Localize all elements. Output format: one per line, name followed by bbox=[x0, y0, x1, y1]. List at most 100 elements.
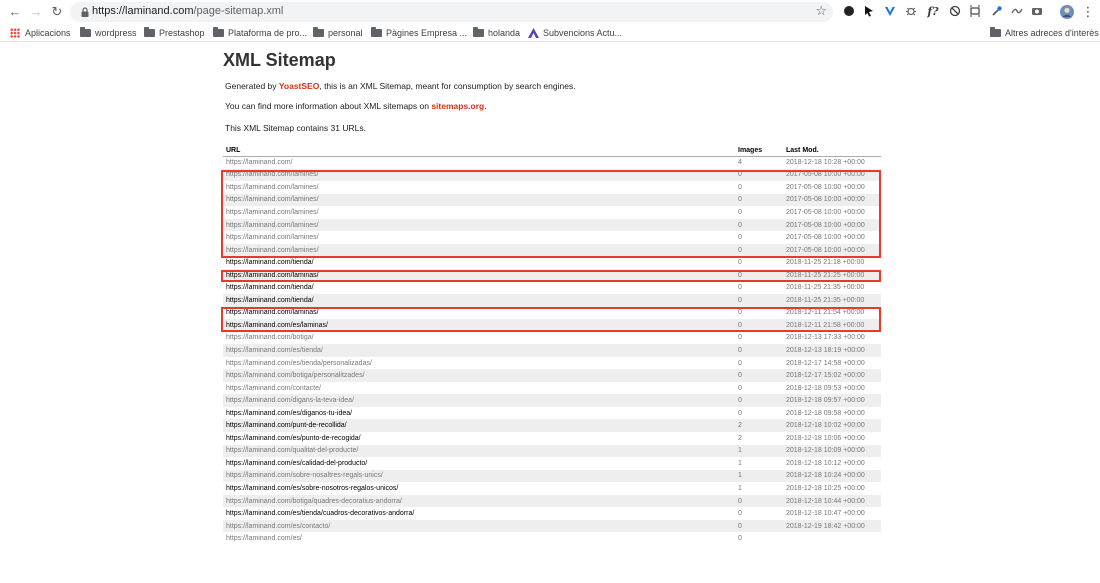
table-row: https://laminand.com/es/calidad-del-prod… bbox=[223, 457, 881, 470]
row-url-link[interactable]: https://laminand.com/tienda/ bbox=[223, 294, 735, 307]
row-images-count: 0 bbox=[738, 208, 742, 216]
table-row: https://laminand.com/tienda/0 2018-11-25 … bbox=[223, 294, 881, 307]
menu-icon[interactable]: ⋮ bbox=[1081, 5, 1095, 19]
url-text[interactable]: https://laminand.com/page-sitemap.xml bbox=[92, 5, 283, 17]
table-row: https://laminand.com/lamines/0 2017-05-08… bbox=[223, 181, 881, 194]
row-url-link[interactable]: https://laminand.com/ bbox=[223, 156, 735, 169]
bookmark-label: Plataforma de pro... bbox=[228, 28, 308, 38]
table-row: https://laminand.com/laminas/0 2018-12-11… bbox=[223, 307, 881, 320]
row-images-count: 0 bbox=[735, 193, 783, 207]
row-url-link[interactable]: https://laminand.com/es/diganos-tu-idea/ bbox=[223, 407, 735, 420]
table-row: https://laminand.com/es/diganos-tu-idea/… bbox=[223, 407, 881, 420]
row-url-link[interactable]: https://laminand.com/lamines/ bbox=[223, 231, 735, 244]
fx-ext-icon[interactable]: f? bbox=[926, 5, 940, 19]
row-url-link[interactable]: https://laminand.com/es/punto-de-recogid… bbox=[223, 432, 735, 445]
table-row: https://laminand.com/es/tienda/0 2018-12-… bbox=[223, 344, 881, 357]
row-url-link[interactable]: https://laminand.com/tienda/ bbox=[223, 256, 735, 269]
circle-ext-icon[interactable] bbox=[842, 5, 856, 19]
row-lastmod: 2018-12-18 09:58 +00:00 bbox=[786, 409, 865, 417]
row-url-link[interactable]: https://laminand.com/qualitat-del-produc… bbox=[223, 444, 735, 458]
table-row: https://laminand.com/contacte/0 2018-12-1… bbox=[223, 382, 881, 395]
wave-ext-icon[interactable] bbox=[1010, 5, 1024, 19]
row-images-count: 0 bbox=[735, 394, 783, 407]
row-url-link[interactable]: https://laminand.com/lamines/ bbox=[223, 193, 735, 207]
row-url-link[interactable]: https://laminand.com/tienda/ bbox=[223, 281, 735, 294]
page-title: XML Sitemap bbox=[223, 50, 336, 70]
intro-suffix: , this is an XML Sitemap, meant for cons… bbox=[319, 81, 576, 91]
pointer-ext-icon[interactable] bbox=[862, 5, 876, 19]
row-url-link[interactable]: https://laminand.com/lamines/ bbox=[223, 181, 735, 194]
crop-ext-icon[interactable] bbox=[968, 5, 982, 19]
row-url-link[interactable]: https://laminand.com/laminas/ bbox=[223, 268, 735, 282]
eyedropper-ext-icon[interactable] bbox=[990, 5, 1004, 19]
block-ext-icon[interactable] bbox=[948, 5, 962, 19]
table-row: https://laminand.com/es/contacto/0 2018-1… bbox=[223, 519, 881, 533]
row-lastmod: 2017-05-08 10:00 +00:00 bbox=[786, 234, 865, 242]
row-url-link[interactable]: https://laminand.com/laminas/ bbox=[223, 307, 735, 320]
row-images-count: 2 bbox=[738, 434, 742, 442]
row-lastmod: 2018-12-19 18:42 +00:00 bbox=[783, 519, 881, 533]
v-ext-icon[interactable] bbox=[883, 5, 897, 19]
row-url-link[interactable]: https://laminand.com/es/tienda/ bbox=[223, 344, 735, 357]
row-images-count: 0 bbox=[735, 268, 783, 282]
row-images-count: 0 bbox=[735, 519, 783, 533]
info-suffix: . bbox=[484, 101, 487, 111]
row-url-link[interactable]: https://laminand.com/lamines/ bbox=[223, 168, 735, 182]
row-url-link[interactable]: https://laminand.com/lamines/ bbox=[223, 218, 735, 232]
bug-ext-icon[interactable] bbox=[904, 5, 918, 19]
table-row: https://laminand.com/lamines/0 2017-05-08… bbox=[223, 193, 881, 207]
intro-text: Generated by YoastSEO, this is an XML Si… bbox=[225, 81, 576, 91]
row-url-link[interactable]: https://laminand.com/lamines/ bbox=[223, 243, 735, 257]
row-images-count: 0 bbox=[738, 535, 742, 543]
row-images-count: 1 bbox=[735, 444, 783, 458]
row-url-link[interactable]: https://laminand.com/es/contacto/ bbox=[223, 519, 735, 533]
row-url-link[interactable]: https://laminand.com/botiga/ bbox=[223, 332, 735, 345]
bookmark-plataforma[interactable]: Plataforma de pro... bbox=[213, 26, 307, 40]
lock-icon bbox=[81, 7, 89, 17]
table-row: https://laminand.com/punt-de-recollida/2… bbox=[223, 419, 881, 433]
row-url-link[interactable]: https://laminand.com/digans-la-teva-idea… bbox=[223, 394, 735, 407]
row-lastmod: 2017-05-08 10:00 +00:00 bbox=[783, 193, 881, 207]
row-url-link[interactable]: https://laminand.com/botiga/personalitza… bbox=[223, 369, 735, 382]
back-icon[interactable]: ← bbox=[6, 3, 24, 21]
camera-ext-icon[interactable] bbox=[1030, 5, 1044, 19]
row-url-link[interactable]: https://laminand.com/es/sobre-nosotros-r… bbox=[223, 482, 735, 495]
row-url-link[interactable]: https://laminand.com/contacte/ bbox=[223, 382, 735, 395]
row-url-link[interactable]: https://laminand.com/es/ bbox=[223, 532, 735, 545]
row-images-count: 0 bbox=[735, 319, 783, 332]
logo-icon bbox=[528, 28, 539, 38]
row-url-link[interactable]: https://laminand.com/es/tienda/cuadros-d… bbox=[223, 507, 735, 520]
bookmark-subvencions[interactable]: Subvencions Actu... bbox=[528, 26, 622, 40]
bookmark-prestashop[interactable]: Prestashop bbox=[144, 26, 205, 40]
bookmarks-bar: Aplicacions wordpress Prestashop Platafo… bbox=[0, 24, 1100, 42]
row-url-link[interactable]: https://laminand.com/es/laminas/ bbox=[223, 319, 735, 332]
row-url-link[interactable]: https://laminand.com/es/tienda/personali… bbox=[223, 357, 735, 370]
star-icon[interactable]: ☆ bbox=[815, 3, 827, 19]
url-count-text: This XML Sitemap contains 31 URLs. bbox=[225, 123, 366, 133]
row-url-link[interactable]: https://laminand.com/es/calidad-del-prod… bbox=[223, 457, 735, 470]
row-lastmod: 2017-05-08 10:00 +00:00 bbox=[783, 168, 881, 182]
row-url-link[interactable]: https://laminand.com/lamines/ bbox=[223, 206, 735, 219]
yoast-link[interactable]: YoastSEO bbox=[279, 81, 319, 91]
bookmark-wordpress[interactable]: wordpress bbox=[80, 26, 137, 40]
row-url-link[interactable]: https://laminand.com/punt-de-recollida/ bbox=[223, 419, 735, 433]
table-row: https://laminand.com/tienda/0 2018-11-25 … bbox=[223, 281, 881, 294]
bookmark-aplicacions[interactable]: Aplicacions bbox=[10, 26, 71, 40]
row-url-link[interactable]: https://laminand.com/sobre-nosaltres-reg… bbox=[223, 469, 735, 483]
row-images-count: 1 bbox=[738, 459, 742, 467]
sitemaps-org-link[interactable]: sitemaps.org bbox=[431, 101, 484, 111]
row-url-link[interactable]: https://laminand.com/botiga/quadres-deco… bbox=[223, 494, 735, 508]
bookmark-pagines-empresa[interactable]: Pàgines Empresa ... bbox=[371, 26, 467, 40]
bookmark-personal[interactable]: personal bbox=[313, 26, 363, 40]
info-text: You can find more information about XML … bbox=[225, 101, 487, 111]
forward-icon[interactable]: → bbox=[27, 3, 45, 21]
table-row: https://laminand.com/digans-la-teva-idea… bbox=[223, 394, 881, 407]
reload-icon[interactable]: ↻ bbox=[48, 3, 66, 21]
bookmark-holanda[interactable]: holanda bbox=[473, 26, 520, 40]
bookmark-other[interactable]: Altres adreces d'interès bbox=[990, 26, 1099, 40]
profile-avatar[interactable] bbox=[1060, 5, 1074, 19]
address-bar[interactable]: https://laminand.com/page-sitemap.xml ☆ bbox=[70, 2, 833, 22]
row-lastmod: 2018-12-17 14:58 +00:00 bbox=[786, 359, 865, 367]
table-row: https://laminand.com/botiga/personalitza… bbox=[223, 369, 881, 382]
row-images-count: 1 bbox=[738, 484, 742, 492]
